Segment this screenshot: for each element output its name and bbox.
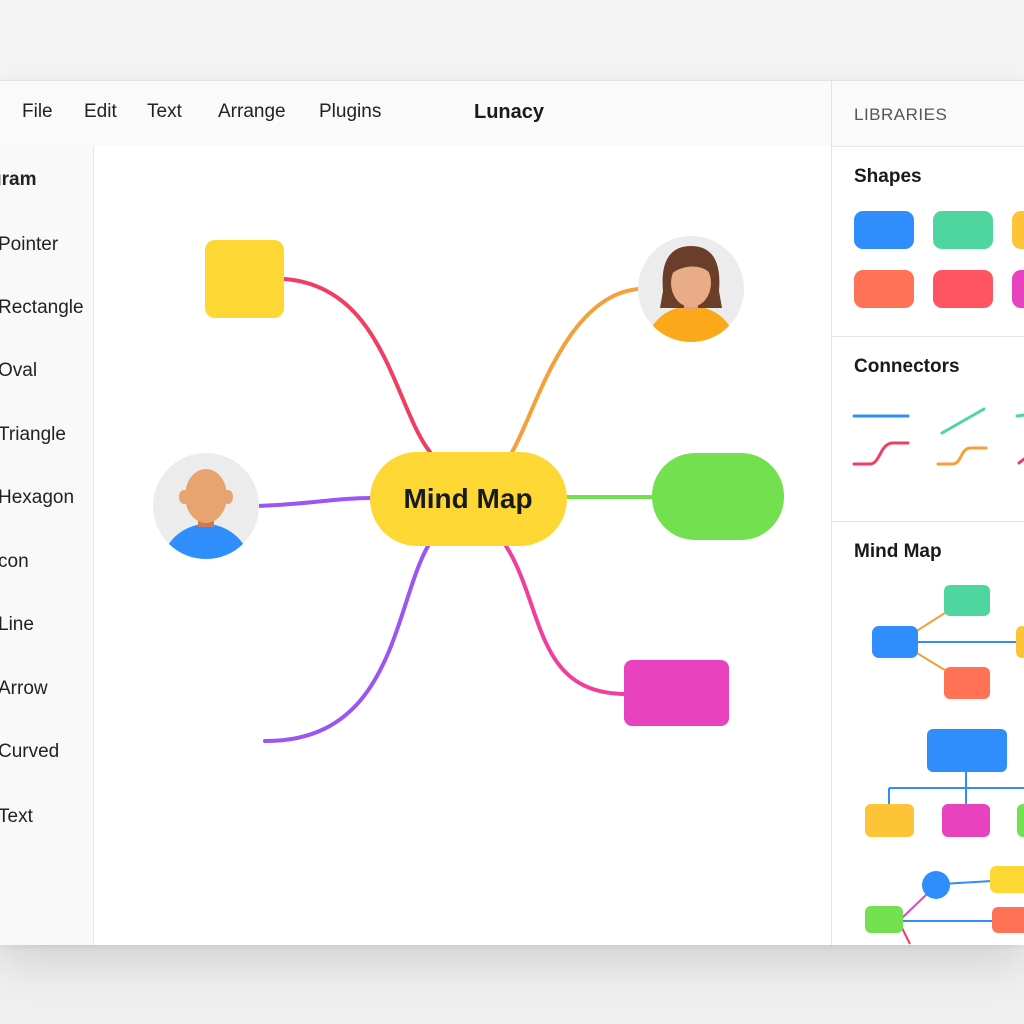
shape-swatch-green[interactable] <box>933 211 993 249</box>
menu-plugins[interactable]: Plugins <box>319 101 381 123</box>
libraries-title: LIBRARIES <box>854 105 948 124</box>
tool-text[interactable]: Text <box>0 806 33 828</box>
mindmap-template-2[interactable] <box>865 729 1024 837</box>
libraries-panel: LIBRARIES Shapes Connectors Mind Map <box>831 81 1024 945</box>
menu-file[interactable]: File <box>22 101 53 123</box>
shape-swatch-blue[interactable] <box>854 211 914 249</box>
mindmap-template-1[interactable] <box>872 585 1024 699</box>
tool-icon[interactable]: con <box>0 551 29 573</box>
tool-rectangle[interactable]: Rectangle <box>0 297 84 319</box>
connectors-section-title: Connectors <box>854 356 960 377</box>
connector-partial-red[interactable] <box>1017 453 1024 465</box>
tool-oval[interactable]: Oval <box>0 360 37 382</box>
mindmap-section-title: Mind Map <box>854 541 942 562</box>
menu-edit[interactable]: Edit <box>84 101 117 123</box>
connector-curved-red[interactable] <box>852 441 910 466</box>
branch-top-left[interactable] <box>282 277 432 454</box>
node-yellow-square[interactable] <box>205 240 284 318</box>
tool-sidebar: gram Pointer Rectangle Oval Triangle Hex… <box>0 146 94 945</box>
menu-text[interactable]: Text <box>147 101 182 123</box>
shape-swatch-magenta[interactable] <box>1012 270 1024 308</box>
connector-diagonal[interactable] <box>940 407 986 435</box>
tool-arrow[interactable]: Arrow <box>0 678 48 700</box>
tool-triangle[interactable]: Triangle <box>0 424 66 446</box>
central-node-label: Mind Map <box>403 483 532 514</box>
node-green-pill[interactable] <box>652 453 784 540</box>
node-magenta-rect[interactable] <box>624 660 729 726</box>
app-title: Lunacy <box>474 101 545 123</box>
tool-pointer[interactable]: Pointer <box>0 234 58 256</box>
design-canvas[interactable]: Mind Map <box>94 146 831 945</box>
branch-bottom-left[interactable] <box>263 544 430 744</box>
toolbar-header: gram <box>0 169 37 190</box>
man-avatar-icon[interactable] <box>153 453 259 562</box>
branch-top-right[interactable] <box>510 287 640 454</box>
shape-swatch-yellow[interactable] <box>1012 211 1024 249</box>
connector-presets <box>852 407 1024 466</box>
shape-swatch-red[interactable] <box>933 270 993 308</box>
app-window: File Edit Text Arrange Plugins Lunacy gr… <box>0 80 1024 945</box>
menu-arrange[interactable]: Arrange <box>218 101 286 123</box>
shapes-section-title: Shapes <box>854 166 922 187</box>
connector-curved-orange[interactable] <box>936 446 988 466</box>
panel-divider <box>832 336 1024 337</box>
tool-curved[interactable]: Curved <box>0 741 59 763</box>
woman-avatar-icon[interactable] <box>638 236 744 346</box>
branch-bottom-right[interactable] <box>504 544 628 696</box>
mind-map-diagram: Mind Map <box>153 236 784 744</box>
libraries-header: LIBRARIES <box>832 81 1024 147</box>
connector-partial[interactable] <box>1015 413 1024 418</box>
panel-divider <box>832 521 1024 522</box>
branch-left[interactable] <box>256 496 374 508</box>
menu-bar: File Edit Text Arrange Plugins Lunacy <box>0 81 831 147</box>
mindmap-templates <box>865 585 1024 945</box>
tool-hexagon[interactable]: Hexagon <box>0 487 74 509</box>
tool-line[interactable]: Line <box>0 614 34 636</box>
mindmap-template-3[interactable] <box>865 866 1024 945</box>
shape-swatch-orange[interactable] <box>854 270 914 308</box>
